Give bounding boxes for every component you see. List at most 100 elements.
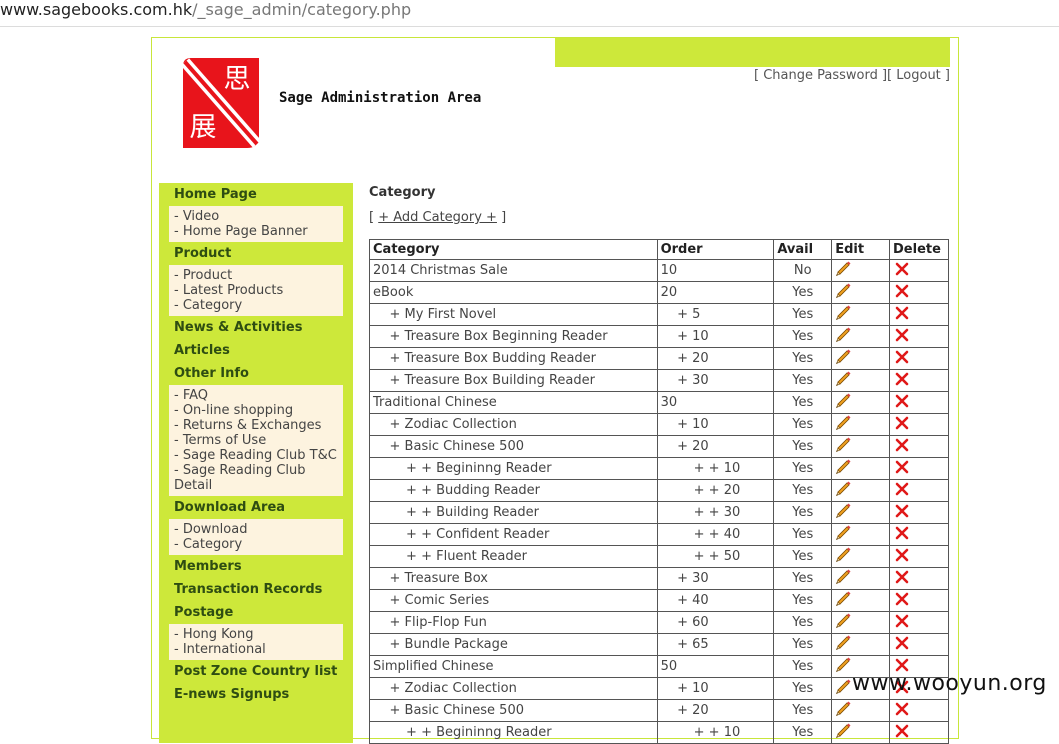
cell-avail: Yes	[773, 281, 833, 304]
edit-pencil-icon[interactable]	[835, 546, 852, 567]
edit-pencil-icon[interactable]	[835, 304, 852, 325]
delete-cell	[889, 567, 949, 590]
edit-pencil-icon[interactable]	[835, 590, 852, 611]
change-password-link[interactable]: Change Password	[763, 68, 878, 83]
delete-x-icon[interactable]	[895, 570, 909, 588]
delete-x-icon[interactable]	[895, 438, 909, 456]
delete-x-icon[interactable]	[895, 724, 909, 742]
cell-category: 2014 Christmas Sale	[369, 259, 658, 282]
cell-avail: Yes	[773, 567, 833, 590]
sidebar-section-download-area[interactable]: Download Area	[159, 496, 353, 519]
sidebar-item[interactable]: - Hong Kong	[174, 627, 338, 642]
cell-avail: Yes	[773, 303, 833, 326]
sidebar-item[interactable]: - Sage Reading Club T&C	[174, 448, 338, 463]
delete-x-icon[interactable]	[895, 460, 909, 478]
edit-pencil-icon[interactable]	[835, 568, 852, 589]
delete-x-icon[interactable]	[895, 372, 909, 390]
cell-order: + 20	[656, 699, 775, 722]
edit-pencil-icon[interactable]	[835, 634, 852, 655]
delete-x-icon[interactable]	[895, 504, 909, 522]
delete-x-icon[interactable]	[895, 592, 909, 610]
edit-pencil-icon[interactable]	[835, 524, 852, 545]
cell-order: 20	[656, 281, 775, 304]
table-row: + My First Novel + 5 Yes	[369, 303, 949, 326]
cell-category: + + Fluent Reader	[369, 545, 658, 568]
delete-x-icon[interactable]	[895, 548, 909, 566]
sidebar-item[interactable]: - International	[174, 642, 338, 657]
sidebar-submenu: - Download - Category	[169, 519, 343, 555]
edit-pencil-icon[interactable]	[835, 414, 852, 435]
sidebar-item[interactable]: - Category	[174, 298, 338, 313]
url-path: /_sage_admin/category.php	[192, 0, 412, 19]
delete-cell	[889, 545, 949, 568]
sidebar-item[interactable]: - Video	[174, 209, 338, 224]
sidebar-item[interactable]: - Home Page Banner	[174, 224, 338, 239]
add-category-link[interactable]: + Add Category +	[378, 210, 497, 225]
edit-pencil-icon[interactable]	[835, 458, 852, 479]
sidebar-item[interactable]: - On-line shopping	[174, 403, 338, 418]
delete-cell	[889, 611, 949, 634]
sidebar-item[interactable]: - Latest Products	[174, 283, 338, 298]
edit-pencil-icon[interactable]	[835, 700, 852, 721]
edit-pencil-icon[interactable]	[835, 722, 852, 743]
delete-x-icon[interactable]	[895, 328, 909, 346]
delete-x-icon[interactable]	[895, 416, 909, 434]
sidebar-section-other-info[interactable]: Other Info	[159, 362, 353, 385]
cell-avail: Yes	[773, 369, 833, 392]
delete-x-icon[interactable]	[895, 262, 909, 280]
main-content: Category [ + Add Category + ] Category O…	[369, 183, 954, 744]
sidebar-section-e-news-signups[interactable]: E-news Signups	[159, 683, 353, 706]
table-row: + Treasure Box Budding Reader + 20 Yes	[369, 347, 949, 370]
sidebar-item[interactable]: - Returns & Exchanges	[174, 418, 338, 433]
edit-pencil-icon[interactable]	[835, 260, 852, 281]
table-row: + + Building Reader + + 30 Yes	[369, 501, 949, 524]
cell-avail: No	[773, 259, 833, 282]
sidebar-section-members[interactable]: Members	[159, 555, 353, 578]
column-header-avail: Avail	[773, 239, 833, 260]
edit-pencil-icon[interactable]	[835, 282, 852, 303]
delete-x-icon[interactable]	[895, 482, 909, 500]
delete-x-icon[interactable]	[895, 702, 909, 720]
delete-x-icon[interactable]	[895, 306, 909, 324]
edit-pencil-icon[interactable]	[835, 656, 852, 677]
delete-x-icon[interactable]	[895, 284, 909, 302]
cell-category: + Treasure Box Beginning Reader	[369, 325, 658, 348]
cell-avail: Yes	[773, 391, 833, 414]
table-row: + + Begininng Reader + + 10 Yes	[369, 721, 949, 744]
sidebar-section-articles[interactable]: Articles	[159, 339, 353, 362]
edit-pencil-icon[interactable]	[835, 480, 852, 501]
sidebar-section-home-page[interactable]: Home Page	[159, 183, 353, 206]
bracket-open: [	[369, 210, 379, 225]
edit-pencil-icon[interactable]	[835, 370, 852, 391]
table-row: + + Begininng Reader + + 10 Yes	[369, 457, 949, 480]
delete-x-icon[interactable]	[895, 636, 909, 654]
edit-cell	[831, 501, 890, 524]
edit-cell	[831, 589, 890, 612]
edit-pencil-icon[interactable]	[835, 348, 852, 369]
sidebar-item[interactable]: - Terms of Use	[174, 433, 338, 448]
sidebar-section-transaction-records[interactable]: Transaction Records	[159, 578, 353, 601]
sidebar-section-post-zone-country-list[interactable]: Post Zone Country list	[159, 660, 353, 683]
delete-x-icon[interactable]	[895, 614, 909, 632]
cell-avail: Yes	[773, 699, 833, 722]
delete-cell	[889, 523, 949, 546]
delete-x-icon[interactable]	[895, 526, 909, 544]
sidebar-item[interactable]: - Sage Reading Club Detail	[174, 463, 338, 493]
sidebar-section-news-activities[interactable]: News & Activities	[159, 316, 353, 339]
edit-pencil-icon[interactable]	[835, 436, 852, 457]
edit-pencil-icon[interactable]	[835, 392, 852, 413]
edit-pencil-icon[interactable]	[835, 502, 852, 523]
browser-address-bar[interactable]: www.sagebooks.com.hk/_sage_admin/categor…	[0, 0, 1059, 27]
sidebar-section-postage[interactable]: Postage	[159, 601, 353, 624]
logout-link[interactable]: Logout	[896, 68, 941, 83]
delete-x-icon[interactable]	[895, 350, 909, 368]
sidebar-section-product[interactable]: Product	[159, 242, 353, 265]
delete-x-icon[interactable]	[895, 394, 909, 412]
sidebar-item[interactable]: - Download	[174, 522, 338, 537]
edit-pencil-icon[interactable]	[835, 678, 852, 699]
sidebar-item[interactable]: - Product	[174, 268, 338, 283]
edit-pencil-icon[interactable]	[835, 612, 852, 633]
edit-pencil-icon[interactable]	[835, 326, 852, 347]
sidebar-item[interactable]: - FAQ	[174, 388, 338, 403]
sidebar-item[interactable]: - Category	[174, 537, 338, 552]
